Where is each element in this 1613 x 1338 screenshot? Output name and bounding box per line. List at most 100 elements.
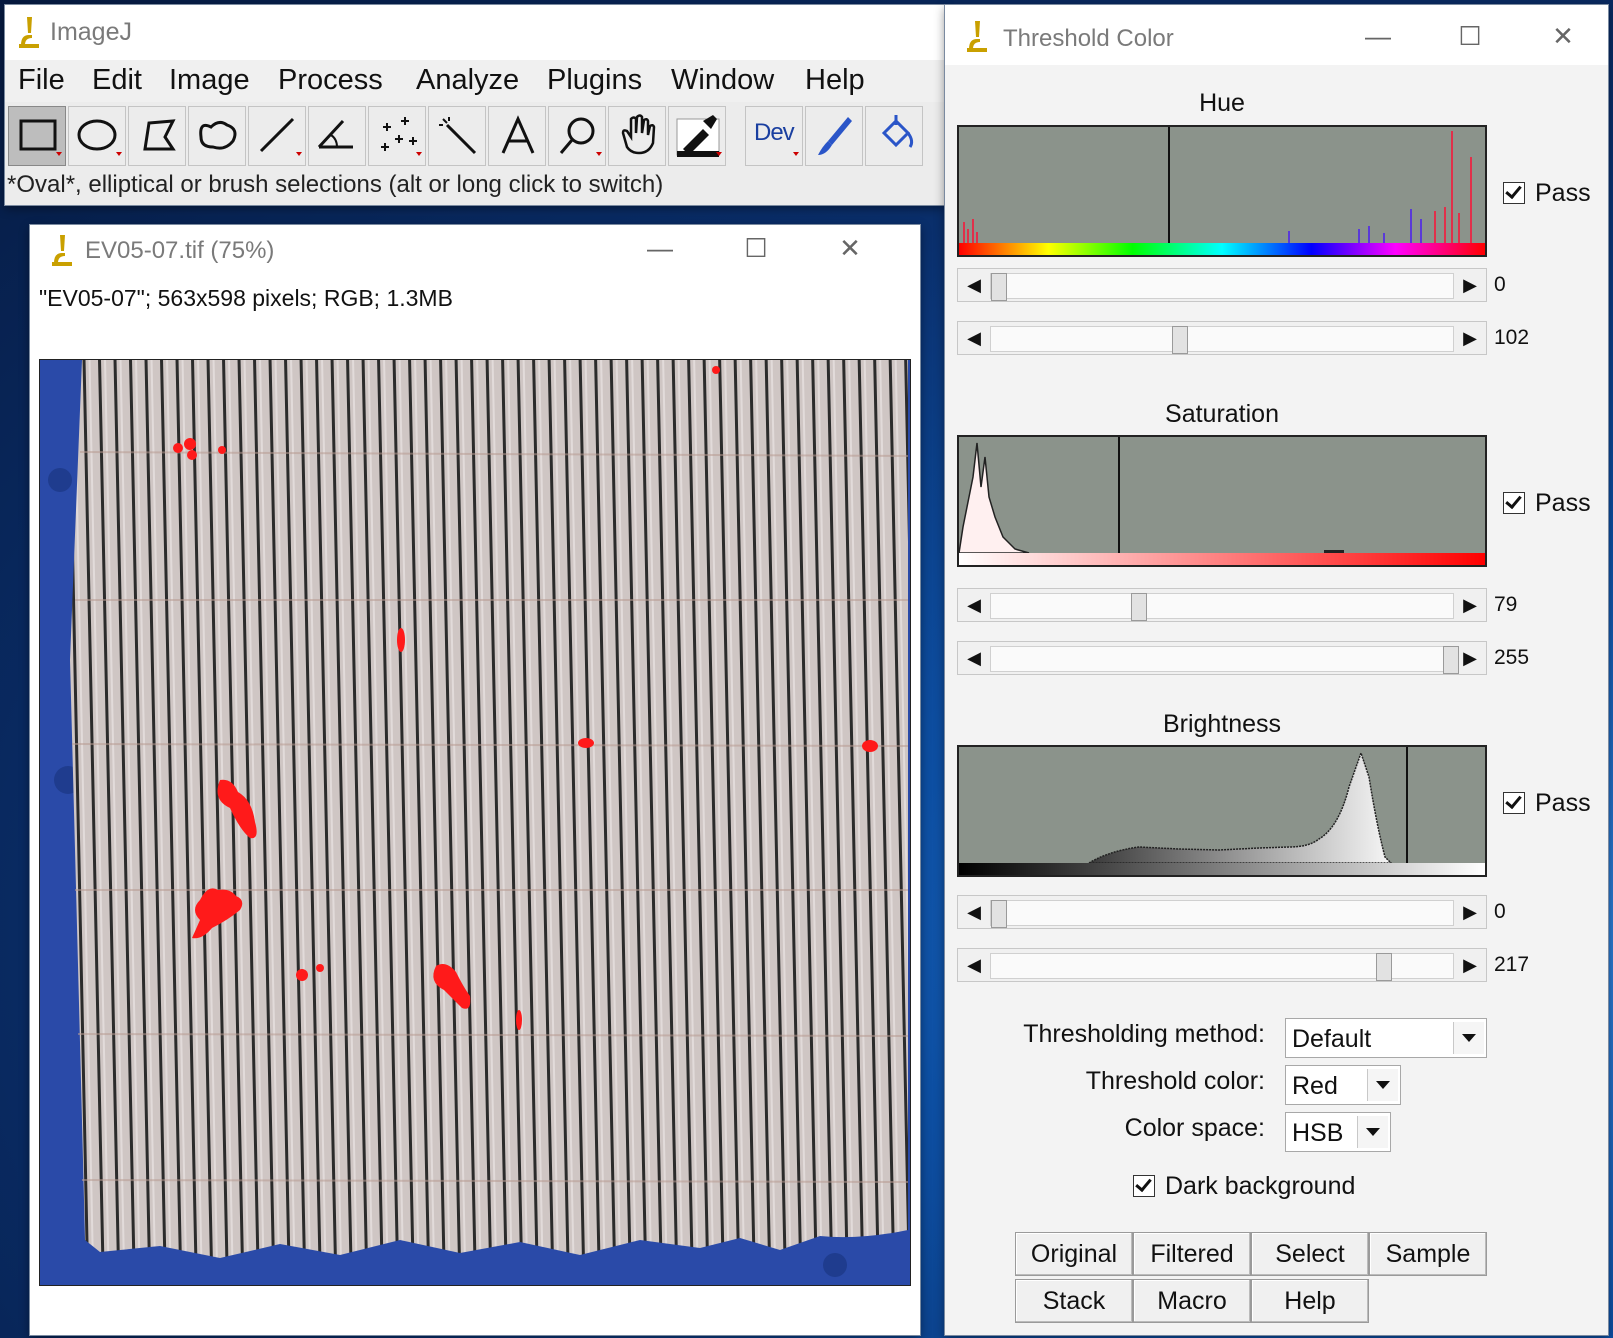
menu-bar: File Edit Image Process Analyze Plugins … xyxy=(5,60,945,102)
saturation-min-slider[interactable]: ◀ ▶ xyxy=(957,588,1487,622)
text-tool-icon[interactable] xyxy=(488,106,546,166)
brightness-max-slider[interactable]: ◀ ▶ xyxy=(957,948,1487,982)
imagej-titlebar[interactable]: ImageJ xyxy=(5,5,945,60)
color-space-select[interactable]: HSB xyxy=(1285,1112,1391,1152)
select-button[interactable]: Select xyxy=(1251,1232,1369,1276)
saturation-histogram xyxy=(957,435,1487,567)
arrow-right-icon[interactable]: ▶ xyxy=(1455,590,1485,620)
hue-max-thumb[interactable] xyxy=(1172,326,1188,354)
stack-button[interactable]: Stack xyxy=(1015,1279,1133,1323)
help-button[interactable]: Help xyxy=(1251,1279,1369,1323)
chevron-down-icon[interactable] xyxy=(1453,1022,1484,1054)
maximize-button[interactable]: ☐ xyxy=(1450,21,1490,52)
freehand-tool-icon[interactable] xyxy=(188,106,246,166)
arrow-right-icon[interactable]: ▶ xyxy=(1455,897,1485,927)
brightness-min-slider[interactable]: ◀ ▶ xyxy=(957,895,1487,929)
line-tool-icon[interactable] xyxy=(248,106,306,166)
checkbox-checked-icon xyxy=(1503,182,1525,204)
chevron-down-icon[interactable] xyxy=(1367,1069,1398,1101)
dark-background-label: Dark background xyxy=(1165,1172,1356,1200)
arrow-left-icon[interactable]: ◀ xyxy=(959,950,989,980)
image-window-title: EV05-07.tif (75%) xyxy=(85,237,275,264)
hue-min-slider[interactable]: ◀ ▶ xyxy=(957,268,1487,302)
saturation-min-thumb[interactable] xyxy=(1131,593,1147,621)
menu-help[interactable]: Help xyxy=(805,64,865,97)
arrow-right-icon[interactable]: ▶ xyxy=(1455,270,1485,300)
arrow-left-icon[interactable]: ◀ xyxy=(959,590,989,620)
brightness-max-value: 217 xyxy=(1494,953,1530,976)
menu-process[interactable]: Process xyxy=(278,64,383,97)
fabric-sample xyxy=(70,360,908,1258)
menu-image[interactable]: Image xyxy=(169,64,250,97)
menu-analyze[interactable]: Analyze xyxy=(416,64,519,97)
imagej-window: ImageJ File Edit Image Process Analyze P… xyxy=(5,5,945,205)
angle-tool-icon[interactable] xyxy=(308,106,366,166)
point-tool-icon[interactable] xyxy=(368,106,426,166)
hand-tool-icon[interactable] xyxy=(608,106,666,166)
image-window-titlebar[interactable]: EV05-07.tif (75%) — ☐ ✕ xyxy=(30,225,920,275)
flood-fill-tool-icon[interactable] xyxy=(865,106,923,166)
arrow-right-icon[interactable]: ▶ xyxy=(1455,950,1485,980)
hue-label: Hue xyxy=(1199,89,1245,117)
toolbar: Dev xyxy=(5,104,945,170)
hue-histogram xyxy=(957,125,1487,257)
brightness-min-thumb[interactable] xyxy=(991,900,1007,928)
hue-max-value: 102 xyxy=(1494,326,1530,349)
magnifier-tool-icon[interactable] xyxy=(548,106,606,166)
thresholding-method-value: Default xyxy=(1292,1025,1372,1053)
close-button[interactable]: ✕ xyxy=(830,233,870,264)
sample-button[interactable]: Sample xyxy=(1369,1232,1487,1276)
chevron-down-icon[interactable] xyxy=(1357,1116,1388,1148)
arrow-left-icon[interactable]: ◀ xyxy=(959,643,989,673)
rectangle-tool-icon[interactable] xyxy=(8,106,66,166)
original-button[interactable]: Original xyxy=(1015,1232,1133,1276)
brightness-histogram xyxy=(957,745,1487,877)
maximize-button[interactable]: ☐ xyxy=(736,233,776,264)
brush-tool-icon[interactable] xyxy=(805,106,863,166)
hue-pass-checkbox[interactable]: Pass xyxy=(1503,179,1591,208)
threshold-color-value: Red xyxy=(1292,1072,1338,1100)
threshold-color-select[interactable]: Red xyxy=(1285,1065,1401,1105)
microscope-icon xyxy=(967,21,987,52)
arrow-left-icon[interactable]: ◀ xyxy=(959,323,989,353)
menu-window[interactable]: Window xyxy=(671,64,774,97)
checkbox-checked-icon xyxy=(1133,1175,1155,1197)
menu-file[interactable]: File xyxy=(18,64,65,97)
arrow-right-icon[interactable]: ▶ xyxy=(1455,323,1485,353)
brightness-pass-checkbox[interactable]: Pass xyxy=(1503,789,1591,818)
microscope-icon xyxy=(19,17,39,48)
dev-tool-icon[interactable]: Dev xyxy=(745,106,803,166)
thresholding-method-label: Thresholding method: xyxy=(1023,1020,1265,1048)
dark-background-checkbox[interactable]: Dark background xyxy=(1133,1172,1355,1201)
color-picker-tool-icon[interactable] xyxy=(668,106,726,166)
menu-edit[interactable]: Edit xyxy=(92,64,142,97)
checkbox-checked-icon xyxy=(1503,792,1525,814)
close-button[interactable]: ✕ xyxy=(1543,21,1583,52)
saturation-pass-label: Pass xyxy=(1535,489,1591,517)
macro-button[interactable]: Macro xyxy=(1133,1279,1251,1323)
arrow-left-icon[interactable]: ◀ xyxy=(959,897,989,927)
arrow-right-icon[interactable]: ▶ xyxy=(1455,643,1485,673)
thresholding-method-select[interactable]: Default xyxy=(1285,1018,1487,1058)
minimize-button[interactable]: — xyxy=(640,233,680,264)
arrow-left-icon[interactable]: ◀ xyxy=(959,270,989,300)
saturation-pass-checkbox[interactable]: Pass xyxy=(1503,489,1591,518)
threshold-titlebar[interactable]: Threshold Color — ☐ ✕ xyxy=(945,5,1608,65)
wand-tool-icon[interactable] xyxy=(428,106,486,166)
brightness-min-value: 0 xyxy=(1494,900,1506,923)
image-window: EV05-07.tif (75%) — ☐ ✕ "EV05-07"; 563x5… xyxy=(30,225,920,1335)
filtered-button[interactable]: Filtered xyxy=(1133,1232,1251,1276)
saturation-min-value: 79 xyxy=(1494,593,1518,616)
brightness-max-thumb[interactable] xyxy=(1376,953,1392,981)
menu-plugins[interactable]: Plugins xyxy=(547,64,642,97)
image-canvas[interactable] xyxy=(39,359,911,1286)
hue-max-slider[interactable]: ◀ ▶ xyxy=(957,321,1487,355)
saturation-max-slider[interactable]: ◀ ▶ xyxy=(957,641,1487,675)
imagej-title: ImageJ xyxy=(50,18,132,46)
polygon-tool-icon[interactable] xyxy=(128,106,186,166)
checkbox-checked-icon xyxy=(1503,492,1525,514)
oval-tool-icon[interactable] xyxy=(68,106,126,166)
minimize-button[interactable]: — xyxy=(1358,21,1398,52)
hue-min-thumb[interactable] xyxy=(991,273,1007,301)
threshold-color-label: Threshold color: xyxy=(1085,1067,1265,1095)
